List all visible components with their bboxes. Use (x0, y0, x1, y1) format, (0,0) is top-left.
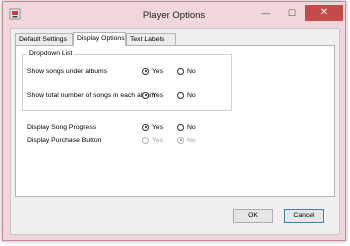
option-label: Show total number of songs in each album (27, 92, 156, 99)
show-total-no-radio[interactable]: No (177, 91, 196, 100)
song-progress-no-radio[interactable]: No (177, 123, 196, 132)
radio-checked-icon (142, 91, 149, 99)
ok-button[interactable]: OK (233, 209, 273, 223)
display-options-panel: Dropdown List Show songs under albums Ye… (15, 45, 335, 197)
tab-display-options[interactable]: Display Options (73, 32, 126, 46)
radio-label: No (187, 92, 196, 99)
group-title: Dropdown List (27, 50, 75, 57)
radio-unchecked-icon (177, 91, 184, 99)
tab-text-labels[interactable]: Text Labels (126, 33, 176, 45)
dropdown-list-group: Dropdown List Show songs under albums Ye… (22, 50, 232, 111)
radio-label: Yes (152, 124, 164, 131)
show-songs-no-radio[interactable]: No (177, 67, 196, 76)
option-label: Display Song Progress (27, 124, 97, 131)
show-songs-yes-radio[interactable]: Yes (142, 67, 163, 76)
radio-checked-icon (142, 123, 149, 131)
show-total-yes-radio[interactable]: Yes (142, 91, 163, 100)
radio-unchecked-icon (177, 123, 184, 131)
minimize-button[interactable]: — (253, 5, 279, 21)
radio-unchecked-icon (177, 67, 184, 75)
radio-checked-icon (142, 67, 149, 75)
maximize-button[interactable]: ☐ (279, 5, 305, 21)
radio-label: No (187, 124, 196, 131)
radio-label: Yes (152, 92, 164, 99)
close-icon: ✕ (319, 7, 329, 18)
radio-checked-icon (177, 136, 184, 144)
song-progress-yes-radio[interactable]: Yes (142, 123, 163, 132)
maximize-icon: ☐ (287, 8, 297, 18)
dialog-body: Default Settings Display Options Text La… (10, 28, 340, 235)
radio-label: Yes (152, 137, 164, 144)
radio-unchecked-icon (142, 136, 149, 144)
cancel-button[interactable]: Cancel (284, 209, 324, 223)
purchase-button-yes-radio[interactable]: Yes (142, 136, 163, 145)
close-button[interactable]: ✕ (305, 5, 343, 21)
title-bar[interactable]: Player Options — ☐ ✕ (3, 2, 345, 28)
radio-label: Yes (152, 68, 164, 75)
minimize-icon: — (261, 8, 271, 18)
option-label: Display Purchase Button (27, 137, 102, 144)
player-options-window: Player Options — ☐ ✕ Default Settings Di… (2, 1, 346, 241)
option-label: Show songs under albums (27, 68, 108, 75)
radio-label: No (187, 68, 196, 75)
tab-default-settings[interactable]: Default Settings (15, 33, 73, 45)
radio-label: No (187, 137, 196, 144)
purchase-button-no-radio[interactable]: No (177, 136, 196, 145)
